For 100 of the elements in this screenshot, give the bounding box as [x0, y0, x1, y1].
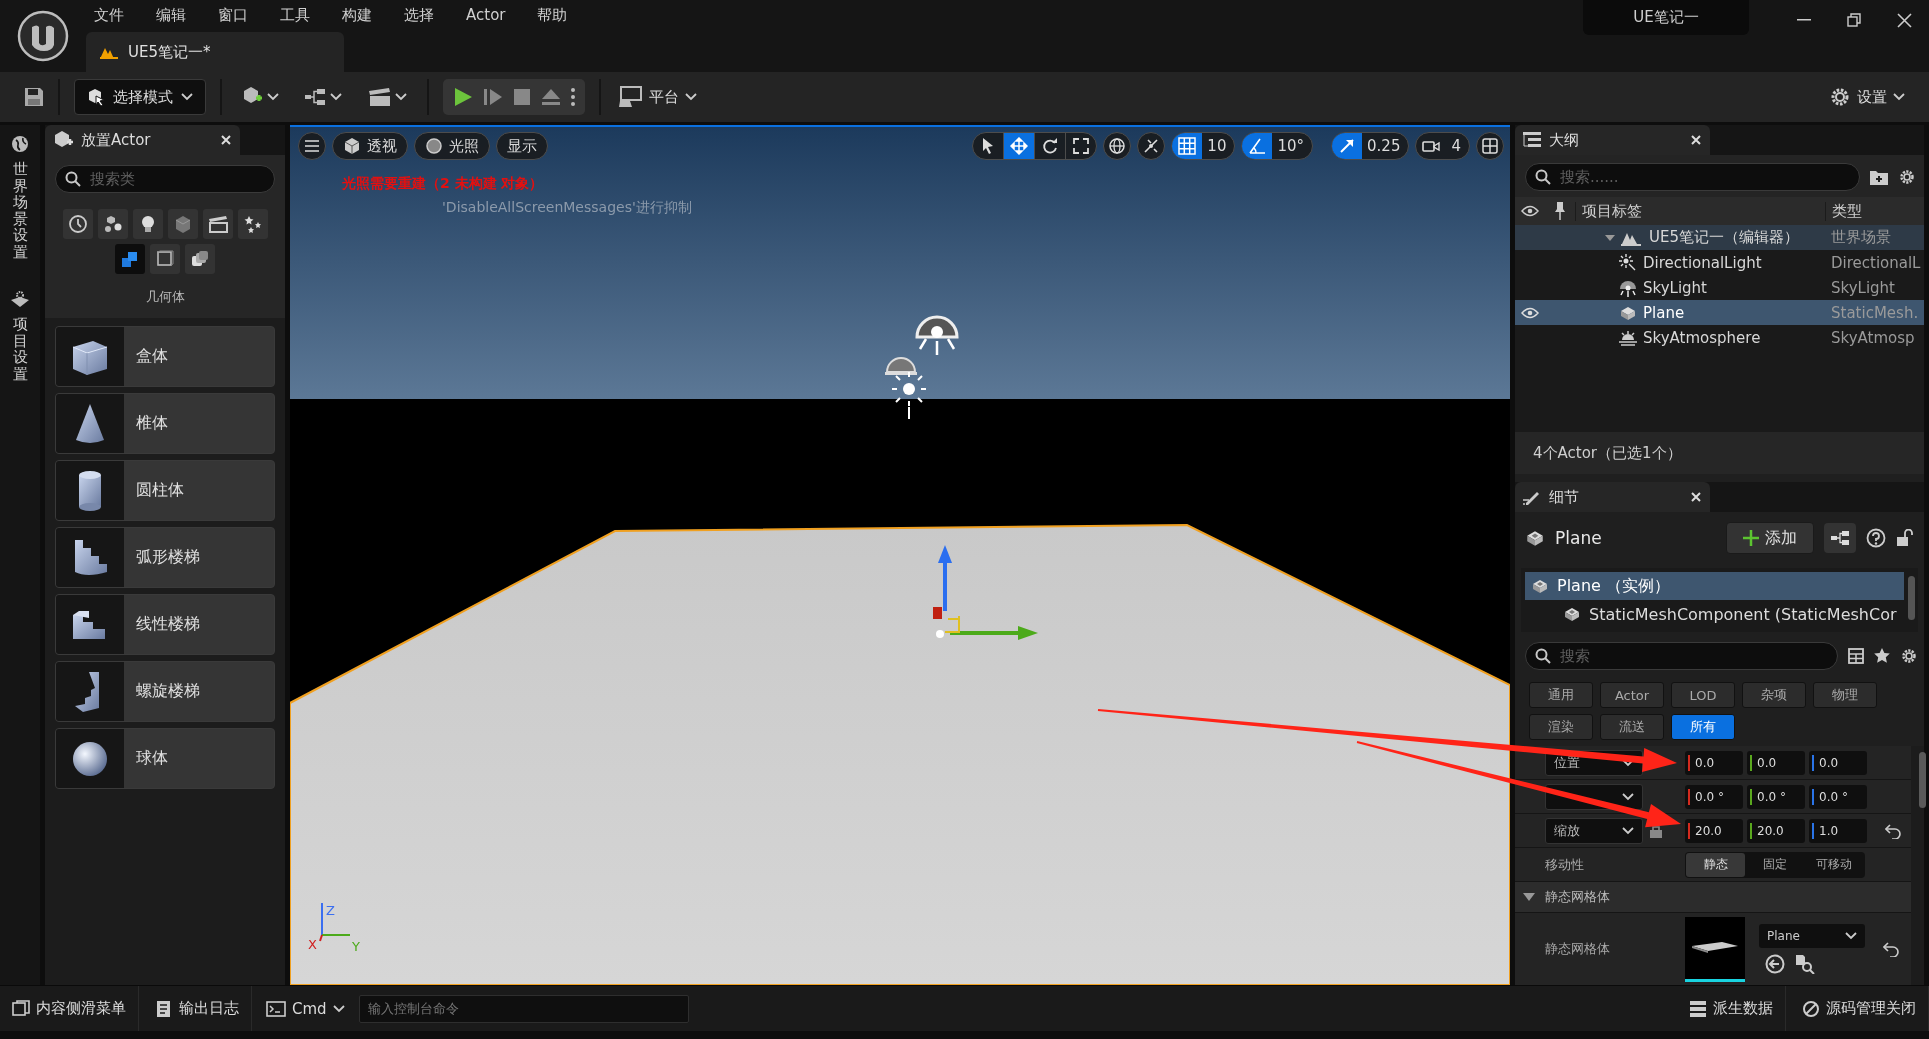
move-icon[interactable] — [1010, 137, 1029, 155]
add-folder-icon[interactable] — [1870, 169, 1888, 185]
number-field[interactable]: 1.0 — [1809, 818, 1867, 843]
menu-item[interactable]: 文件 — [94, 5, 124, 25]
save-icon[interactable] — [24, 87, 44, 107]
number-field[interactable]: 0.0 — [1809, 750, 1867, 775]
mobility-option[interactable]: 固定 — [1745, 852, 1805, 877]
platform-dropdown[interactable]: 平台 — [615, 86, 701, 108]
menu-item[interactable]: 构建 — [342, 5, 372, 25]
reset-icon[interactable] — [1885, 822, 1901, 839]
number-field[interactable]: 0.0 ° — [1685, 784, 1743, 809]
outliner-row[interactable]: Plane StaticMesh. — [1515, 300, 1924, 325]
filter-tab[interactable]: 流送 — [1600, 714, 1664, 740]
status-bar-button[interactable]: 内容侧滑菜单 — [0, 986, 139, 1031]
geometry-item[interactable]: 球体 — [55, 728, 275, 789]
menu-item[interactable]: Actor — [466, 6, 506, 24]
close-icon[interactable] — [1690, 134, 1702, 146]
use-selected-icon[interactable] — [1765, 954, 1785, 974]
scrollbar-thumb[interactable] — [1919, 752, 1926, 808]
view-mode-button[interactable]: 显示 — [496, 132, 548, 160]
geometry-item[interactable]: 盒体 — [55, 326, 275, 387]
geometry-item[interactable]: 线性楼梯 — [55, 594, 275, 655]
number-field[interactable]: 20.0 — [1747, 818, 1805, 843]
clock-icon[interactable] — [67, 214, 88, 234]
view-mode-button[interactable]: 光照 — [414, 132, 490, 160]
geometry-item[interactable]: 弧形楼梯 — [55, 527, 275, 588]
outliner-row[interactable]: UE5笔记一（编辑器） 世界场景 — [1515, 225, 1924, 250]
command-dropdown[interactable]: Cmd — [256, 999, 355, 1018]
number-field[interactable]: 0.0 ° — [1747, 784, 1805, 809]
number-field[interactable]: 20.0 — [1685, 818, 1743, 843]
mobility-option[interactable]: 静态 — [1686, 852, 1746, 877]
filter-tab[interactable]: 杂项 — [1742, 682, 1806, 708]
geometry-item[interactable]: 圆柱体 — [55, 460, 275, 521]
panel-tab[interactable]: 细节 — [1515, 482, 1710, 512]
collapse-arrow-icon[interactable] — [1523, 892, 1535, 902]
blocks-icon[interactable] — [120, 249, 140, 269]
status-bar-button[interactable]: 输出日志 — [143, 986, 252, 1031]
column-header[interactable]: 项目标签 — [1582, 201, 1642, 220]
document-tab[interactable]: UE5笔记一* — [86, 32, 344, 72]
status-bar-button[interactable]: 派生数据 — [1677, 986, 1786, 1031]
number-field[interactable]: 0.0 — [1747, 750, 1805, 775]
geometry-item[interactable]: 椎体 — [55, 393, 275, 454]
panel-tab[interactable]: 大纲 — [1515, 125, 1710, 155]
snap-toggle[interactable]: 10 — [1171, 132, 1236, 160]
number-field[interactable]: 0.0 ° — [1809, 784, 1867, 809]
eye-icon[interactable] — [1521, 306, 1539, 319]
star-icon[interactable] — [1874, 648, 1890, 664]
help-icon[interactable] — [1866, 528, 1886, 548]
close-icon[interactable] — [1690, 491, 1702, 503]
search-field[interactable]: 搜索类 — [55, 165, 275, 193]
clapperboard-icon[interactable] — [207, 214, 228, 234]
settings-icon[interactable] — [1898, 168, 1916, 186]
gear-box-icon[interactable] — [10, 290, 30, 308]
asset-dropdown[interactable]: Plane — [1759, 924, 1865, 948]
settings-icon[interactable] — [1900, 647, 1918, 665]
menu-item[interactable]: 帮助 — [537, 5, 568, 25]
number-field[interactable]: 0.0 — [1685, 750, 1743, 775]
search-field[interactable]: 搜索 — [1525, 642, 1838, 670]
rotate-icon[interactable] — [1041, 137, 1060, 155]
filter-tab[interactable]: 渲染 — [1529, 714, 1593, 740]
geometry-item[interactable]: 螺旋楼梯 — [55, 661, 275, 722]
filter-tab[interactable]: 所有 — [1671, 714, 1735, 740]
more-options-icon[interactable] — [571, 88, 575, 106]
property-dropdown[interactable]: 缩放 — [1545, 817, 1643, 844]
outliner-row[interactable]: DirectionalLight DirectionalL — [1515, 250, 1924, 275]
close-icon[interactable] — [1896, 12, 1912, 28]
globe-icon[interactable] — [11, 135, 29, 153]
minimize-icon[interactable] — [1797, 19, 1811, 21]
component-item[interactable]: StaticMeshComponent (StaticMeshCor — [1525, 600, 1904, 628]
blueprint-button[interactable] — [1824, 523, 1856, 553]
filter-tab[interactable]: 通用 — [1529, 682, 1593, 708]
unlock-icon[interactable] — [1896, 529, 1914, 547]
eject-icon[interactable] — [541, 88, 561, 106]
outliner-row[interactable]: SkyAtmosphere SkyAtmosp — [1515, 325, 1924, 350]
stop-icon[interactable] — [513, 88, 531, 106]
layers-icon[interactable] — [190, 249, 210, 269]
side-tab[interactable]: 世界场景设置 — [12, 161, 28, 260]
sparkles-icon[interactable] — [242, 214, 263, 234]
mode-dropdown[interactable]: 选择模式 — [74, 79, 206, 115]
step-icon[interactable] — [483, 87, 503, 107]
browse-icon[interactable] — [1795, 954, 1815, 974]
filter-tab[interactable]: 物理 — [1813, 682, 1877, 708]
reset-icon[interactable] — [1883, 941, 1899, 957]
snap-toggle[interactable]: 10° — [1241, 132, 1314, 160]
status-bar-button[interactable]: 源码管理关闭 — [1790, 986, 1929, 1031]
restore-icon[interactable] — [1847, 13, 1861, 27]
outliner-row[interactable]: SkyLight SkyLight — [1515, 275, 1924, 300]
view-mode-button[interactable]: 透视 — [332, 132, 408, 160]
panel-tab[interactable]: 放置Actor — [45, 125, 240, 155]
shapes-icon[interactable] — [102, 214, 123, 234]
square-icon[interactable] — [155, 249, 175, 269]
collapse-arrow-icon[interactable] — [1605, 232, 1615, 243]
lock-icon[interactable] — [1649, 823, 1663, 838]
close-icon[interactable] — [220, 134, 232, 146]
menu-item[interactable]: 选择 — [404, 5, 434, 25]
scrollbar-thumb[interactable] — [1908, 576, 1915, 620]
console-input[interactable]: 输入控制台命令 — [358, 994, 689, 1023]
play-icon[interactable] — [453, 87, 473, 107]
menu-item[interactable]: 编辑 — [156, 5, 186, 25]
scale-icon[interactable] — [1072, 137, 1091, 155]
